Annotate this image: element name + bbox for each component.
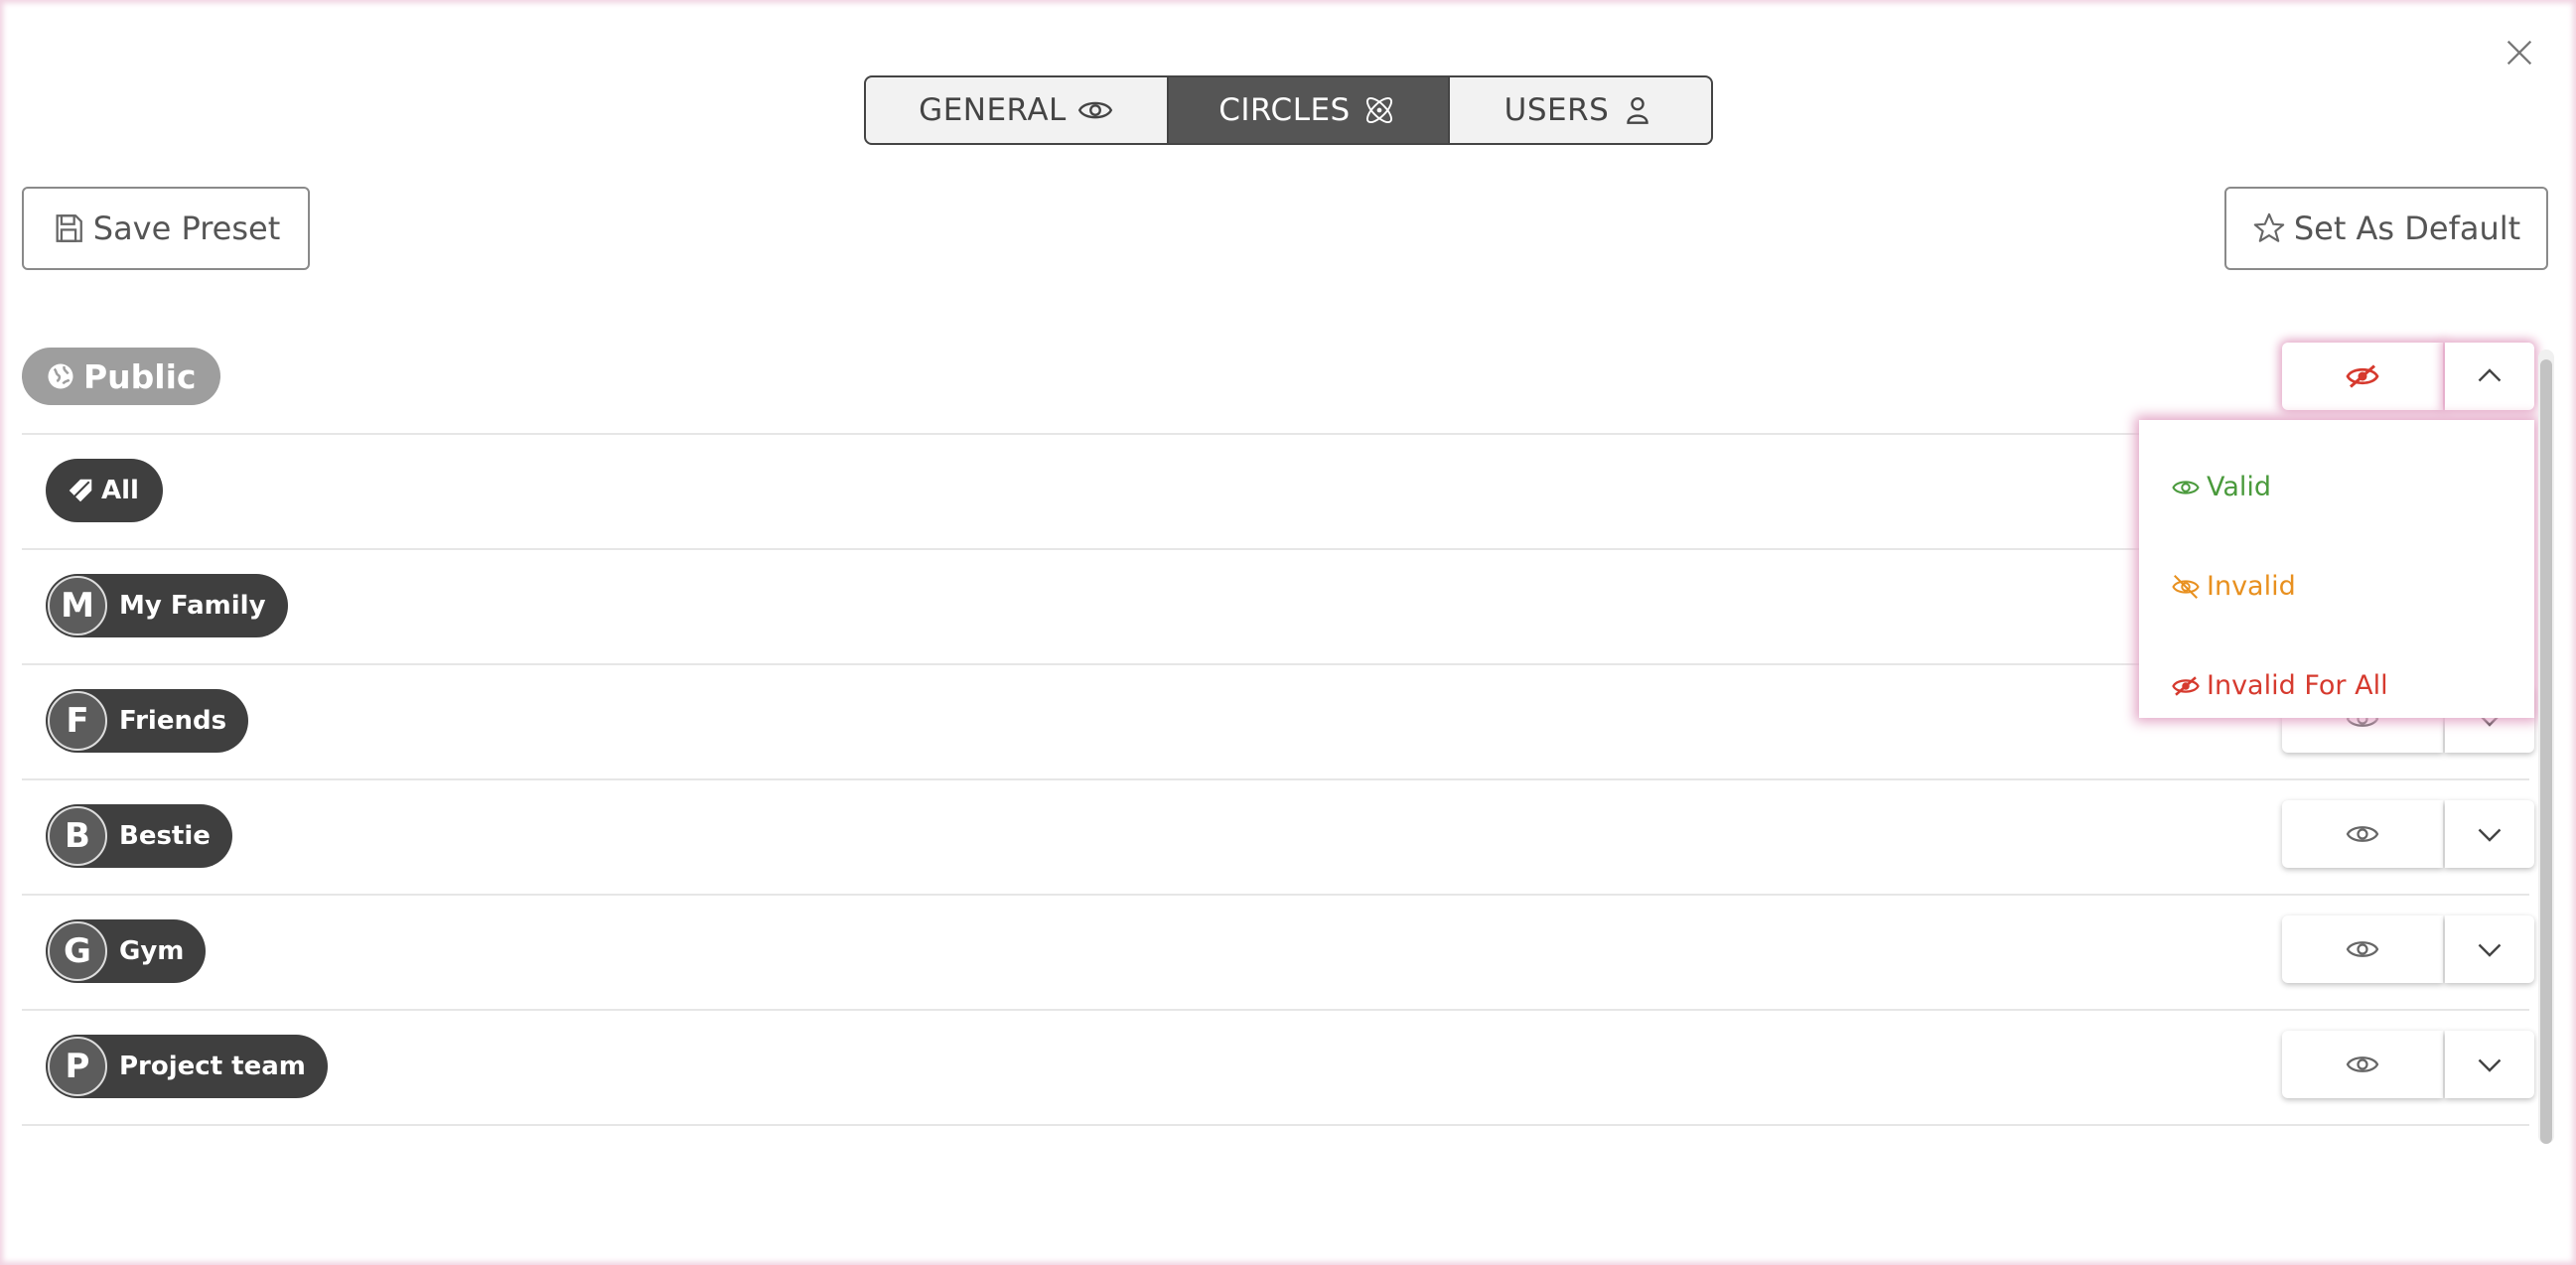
public-label: Public (83, 356, 197, 396)
bestie-visibility-button[interactable] (2282, 800, 2443, 868)
gym-dropdown-toggle[interactable] (2445, 915, 2534, 983)
avatar: B (48, 806, 107, 866)
chevron-down-icon (2478, 828, 2502, 842)
circle-row-gym: G Gym (22, 896, 2529, 1011)
eye-off-icon (2172, 574, 2200, 599)
circle-label: All (101, 476, 139, 505)
dropdown-option-label: Invalid (2207, 571, 2296, 602)
dropdown-option-invalid[interactable]: Invalid (2171, 571, 2296, 602)
eye-icon (2172, 480, 2200, 494)
atom-icon (1365, 96, 1392, 124)
avatar: P (48, 1037, 107, 1096)
tab-circles-label: CIRCLES (1218, 92, 1351, 128)
save-icon (56, 214, 82, 242)
circle-pill[interactable]: All (46, 459, 163, 522)
set-as-default-button[interactable]: Set As Default (2224, 187, 2548, 270)
avatar: F (48, 691, 107, 751)
close-icon (2506, 40, 2532, 66)
circle-label: My Family (119, 591, 266, 621)
circle-label: Bestie (119, 821, 211, 851)
circle-label: Friends (119, 706, 227, 736)
circle-pill[interactable]: M My Family (46, 574, 288, 637)
dropdown-option-label: Invalid For All (2207, 670, 2388, 701)
public-visibility-button[interactable] (2282, 343, 2443, 410)
eye-icon (2346, 826, 2379, 842)
eye-crossed-fill-icon (2346, 364, 2379, 388)
avatar: M (48, 576, 107, 635)
public-dropdown-toggle[interactable] (2445, 343, 2534, 410)
globe-icon (48, 363, 73, 389)
tab-users[interactable]: USERS (1448, 77, 1711, 143)
scrollbar-thumb[interactable] (2540, 359, 2552, 1144)
star-icon (2253, 212, 2285, 242)
visibility-dropdown-menu: Valid Invalid Invalid For All (2139, 420, 2534, 718)
tab-circles[interactable]: CIRCLES (1167, 77, 1448, 143)
chevron-down-icon (2478, 1058, 2502, 1072)
circle-label: Gym (119, 936, 185, 966)
tab-bar: GENERAL CIRCLES USERS (864, 75, 1713, 145)
save-preset-label: Save Preset (92, 210, 281, 247)
tab-general[interactable]: GENERAL (866, 77, 1167, 143)
user-icon (1627, 96, 1649, 124)
circle-label: Project team (119, 1052, 306, 1081)
dropdown-option-label: Valid (2207, 472, 2272, 502)
circle-pill[interactable]: F Friends (46, 689, 249, 753)
circle-pill[interactable]: P Project team (46, 1035, 328, 1098)
avatar: G (48, 921, 107, 981)
save-preset-button[interactable]: Save Preset (22, 187, 310, 270)
tab-users-label: USERS (1503, 92, 1610, 128)
eye-icon (2346, 941, 2379, 957)
circle-pill[interactable]: G Gym (46, 919, 207, 983)
set-as-default-label: Set As Default (2293, 210, 2521, 247)
tag-icon (69, 479, 92, 502)
project-team-visibility-button[interactable] (2282, 1031, 2443, 1098)
circle-row-bestie: B Bestie (22, 780, 2529, 896)
bestie-dropdown-toggle[interactable] (2445, 800, 2534, 868)
project-team-dropdown-toggle[interactable] (2445, 1031, 2534, 1098)
dropdown-option-valid[interactable]: Valid (2171, 472, 2271, 502)
public-pill: Public (22, 348, 220, 405)
close-button[interactable] (2503, 36, 2536, 70)
circle-row-project-team: P Project team (22, 1011, 2529, 1126)
circle-pill[interactable]: B Bestie (46, 804, 232, 868)
eye-icon (1077, 101, 1112, 119)
eye-crossed-fill-icon (2172, 675, 2200, 696)
chevron-up-icon (2478, 368, 2502, 382)
tab-general-label: GENERAL (919, 92, 1067, 128)
dropdown-option-invalid-for-all[interactable]: Invalid For All (2171, 670, 2388, 701)
gym-visibility-button[interactable] (2282, 915, 2443, 983)
eye-icon (2346, 1056, 2379, 1072)
chevron-down-icon (2478, 943, 2502, 957)
